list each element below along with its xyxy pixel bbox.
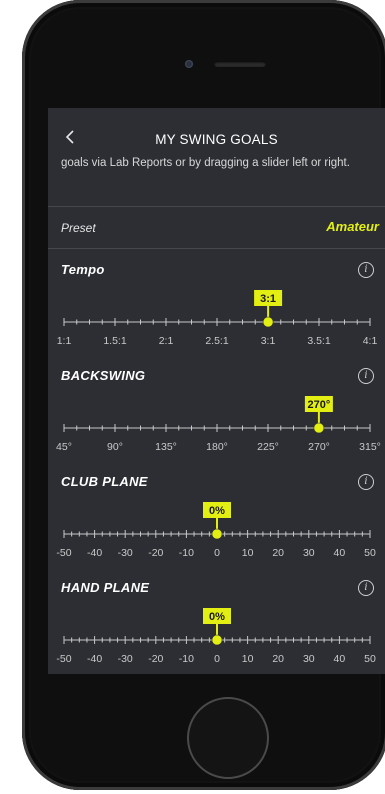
tick-label: 40 [334,547,346,559]
app-screen: MY SWING GOALS goals via Lab Reports or … [48,108,385,674]
slider-section-hand-plane: HAND PLANE i -50 -40 -30 -20 -10 0 10 20 30 40 50 0… [48,580,385,674]
slider-section-tempo: Tempo i 1:1 1.5:1 2:1 2.5:1 3:1 3.5:1 4:1 3:1 [48,262,385,367]
club-plane-slider[interactable]: -50 -40 -30 -20 -10 0 10 20 30 40 50 0% [48,474,385,579]
tick-label: 20 [272,653,284,665]
tick-label: 0 [214,547,220,559]
tick-label: 180° [206,441,228,453]
tick-label: 40 [334,653,346,665]
tick-label: 50 [364,653,376,665]
slider-section-club-plane: CLUB PLANE i -50 -40 -30 -20 -10 0 10 20 30 40 50 0… [48,474,385,579]
tick-label: -20 [148,653,163,665]
tick-label: -20 [148,547,163,559]
home-button[interactable] [187,697,269,779]
page-title: MY SWING GOALS [155,132,278,147]
tick-label: 1:1 [57,335,72,347]
nav-header: MY SWING GOALS [48,108,385,160]
tick-label: 315° [359,441,381,453]
tick-label: -10 [179,547,194,559]
tick-label: 3.5:1 [307,335,331,347]
divider [48,206,385,207]
tick-label: 20 [272,547,284,559]
front-camera [185,60,193,68]
tick-label: 50 [364,547,376,559]
tick-label: 30 [303,653,315,665]
tick-label: -50 [56,547,71,559]
tick-label: 90° [107,441,123,453]
backswing-slider[interactable]: 45° 90° 135° 180° 225° 270° 315° 270° [48,368,385,473]
tick-label: 1.5:1 [103,335,127,347]
tick-label: -30 [118,547,133,559]
value-label: 3:1 [260,293,276,305]
tick-label: 135° [155,441,177,453]
slider-section-backswing: BACKSWING i 45° 90° 135° 180° 225° 270° 315° 27… [48,368,385,473]
tick-label: 10 [242,547,254,559]
tick-label: -40 [87,653,102,665]
tick-label: -50 [56,653,71,665]
tick-label: -30 [118,653,133,665]
preset-value[interactable]: Amateur [326,219,379,234]
tick-label: 3:1 [261,335,276,347]
tick-label: 10 [242,653,254,665]
tick-label: 0 [214,653,220,665]
tick-label: 4:1 [363,335,378,347]
value-label: 0% [209,611,225,623]
slider-thumb[interactable] [262,316,274,328]
tick-label: 225° [257,441,279,453]
tick-label: 270° [308,441,330,453]
tempo-slider[interactable]: 1:1 1.5:1 2:1 2.5:1 3:1 3.5:1 4:1 3:1 [48,262,385,367]
tick-label: 45° [56,441,72,453]
earpiece-speaker [214,61,266,67]
preset-label: Preset [61,221,96,235]
slider-thumb[interactable] [211,634,223,646]
value-label: 270° [308,399,331,411]
hand-plane-slider[interactable]: -50 -40 -30 -20 -10 0 10 20 30 40 50 0% [48,580,385,674]
tick-label: -40 [87,547,102,559]
slider-thumb[interactable] [313,422,325,434]
divider [48,248,385,249]
value-label: 0% [209,505,225,517]
tick-label: -10 [179,653,194,665]
tick-label: 2.5:1 [205,335,229,347]
tick-label: 30 [303,547,315,559]
slider-thumb[interactable] [211,528,223,540]
tick-label: 2:1 [159,335,174,347]
description-text: goals via Lab Reports or by dragging a s… [61,157,350,169]
